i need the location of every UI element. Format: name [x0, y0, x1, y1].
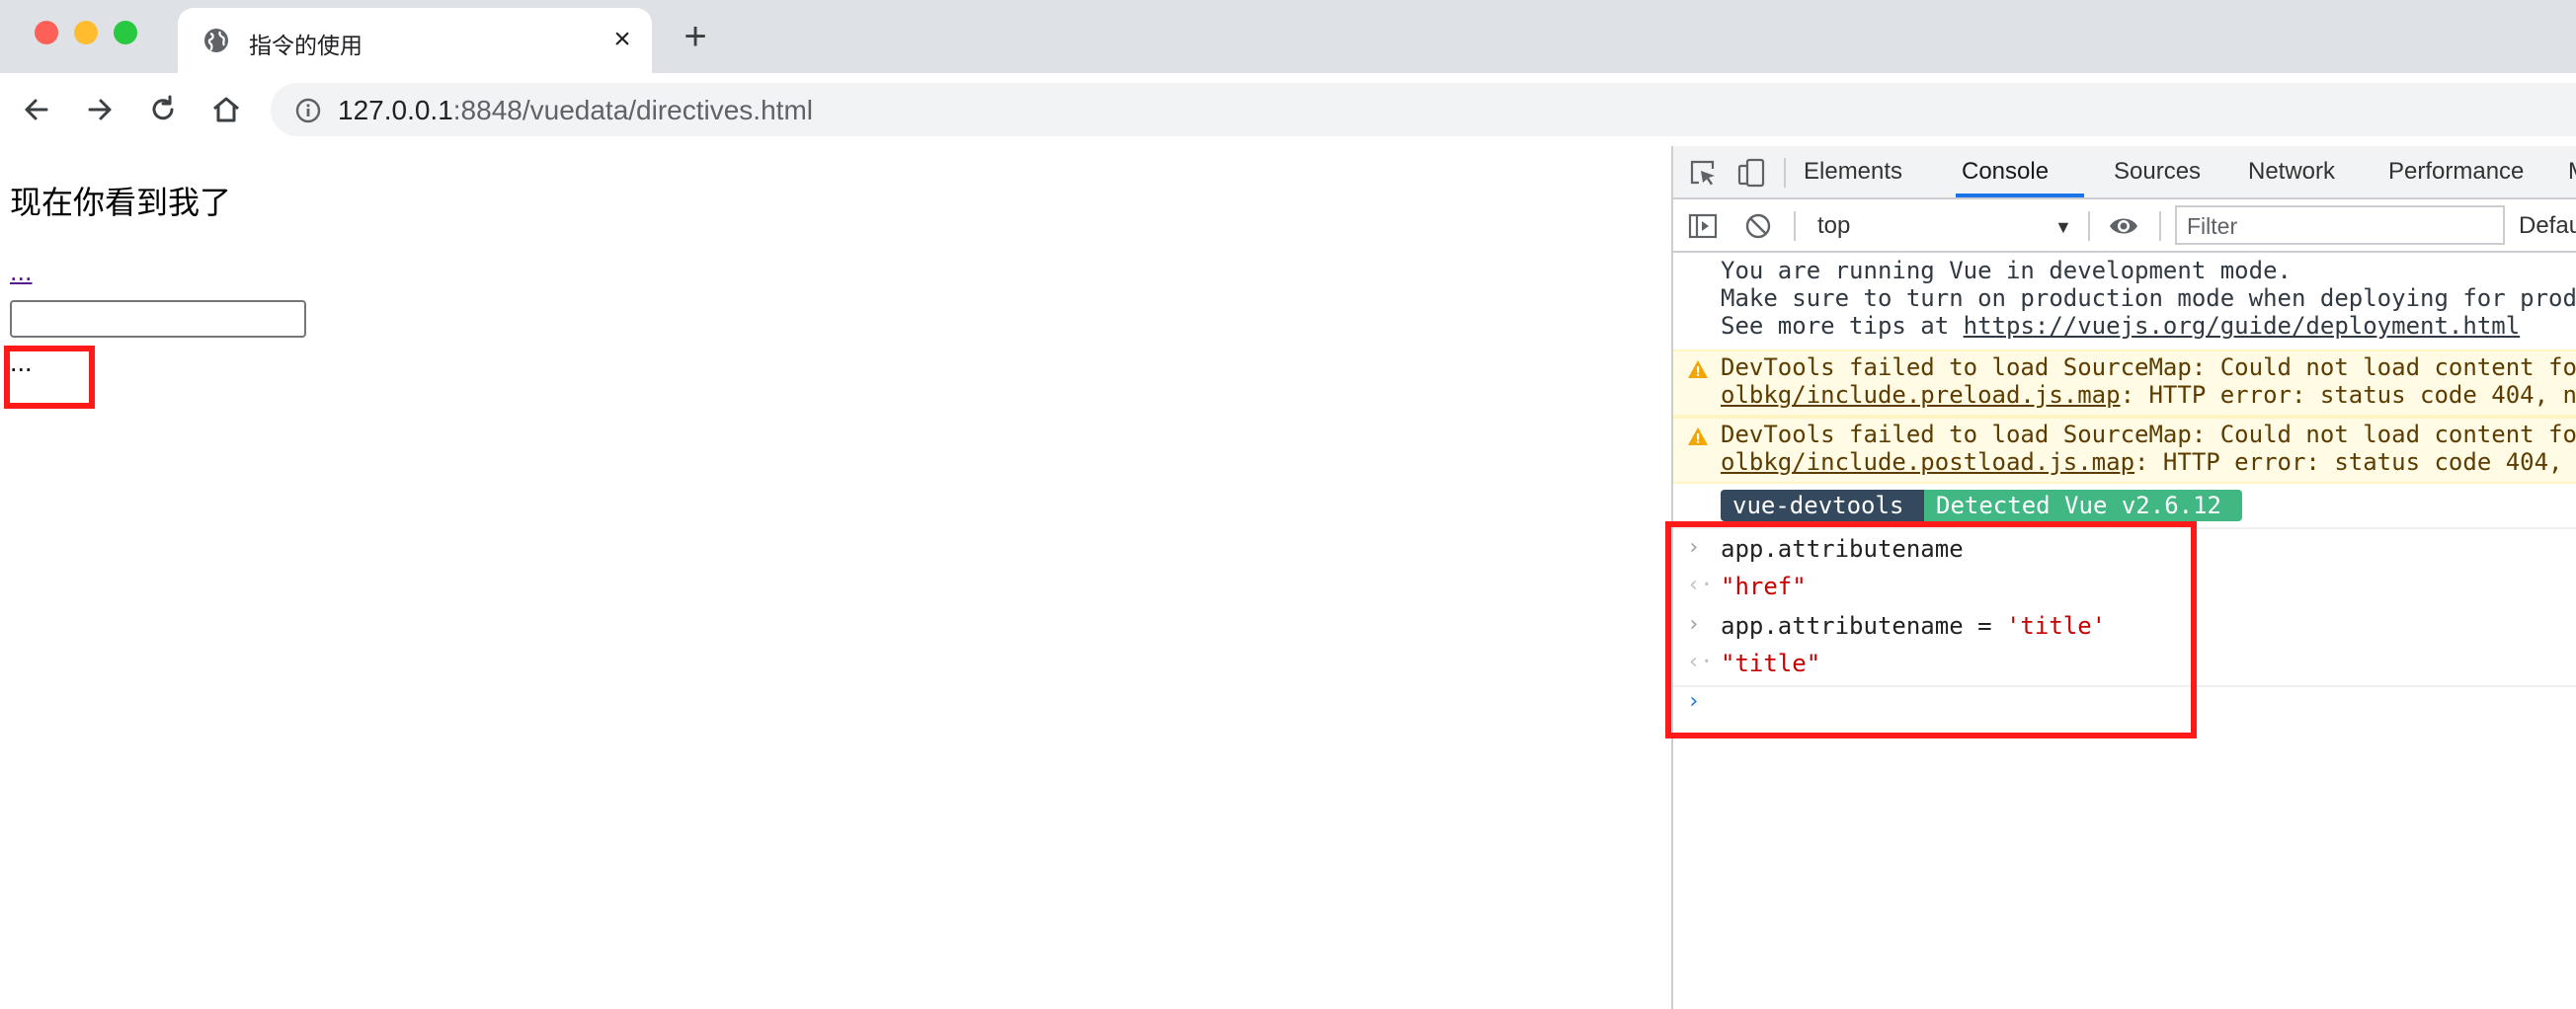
warning-text: olbkg/include.postload.js.map: HTTP erro…	[1721, 448, 2563, 476]
toolbar-divider	[2159, 211, 2161, 241]
warning-text: DevTools failed to load SourceMap: Could…	[1721, 421, 2576, 448]
tab-console[interactable]: Console	[1962, 158, 2049, 186]
browser-toolbar: 127.0.0.1:8848/vuedata/directives.html	[0, 73, 2576, 148]
tab-title: 指令的使用	[249, 33, 362, 58]
active-tab-indicator	[1956, 194, 2084, 197]
device-toggle-icon[interactable]	[1736, 157, 1768, 189]
toolbar-divider	[1794, 211, 1796, 241]
console-line: See more tips at https://vuejs.org/guide…	[1721, 312, 2520, 340]
filter-input[interactable]: Filter	[2175, 205, 2505, 245]
console-toolbar: top ▼ Filter Defau	[1673, 199, 2576, 253]
console-info-message: You are running Vue in development mode.…	[1673, 253, 2576, 348]
globe-icon	[204, 29, 228, 52]
console-line: Make sure to turn on production mode whe…	[1721, 284, 2576, 312]
page-viewport: 现在你看到我了 ... ...	[0, 146, 1671, 1009]
tab-network[interactable]: Network	[2248, 158, 2335, 186]
tab-strip: 指令的使用 × +	[0, 0, 2576, 73]
page-link[interactable]: ...	[10, 257, 33, 287]
sourcemap-link[interactable]: olbkg/include.postload.js.map	[1721, 448, 2134, 476]
sourcemap-link[interactable]: olbkg/include.preload.js.map	[1721, 381, 2121, 409]
warning-text: DevTools failed to load SourceMap: Could…	[1721, 353, 2576, 381]
highlight-box-console	[1665, 521, 2197, 738]
context-selector[interactable]: top	[1817, 212, 1850, 240]
warning-rest: : HTTP error: status code 404,	[2134, 448, 2563, 476]
log-levels-dropdown[interactable]: Defau	[2519, 212, 2576, 240]
devtools-tab-bar: Elements Console Sources Network Perform…	[1673, 146, 2576, 199]
url-host: 127.0.0.1	[338, 95, 453, 125]
docs-link[interactable]: https://vuejs.org/guide/deployment.html	[1964, 312, 2521, 340]
close-icon[interactable]: ×	[606, 24, 638, 55]
forward-arrow-icon[interactable]	[81, 91, 119, 128]
warning-icon	[1688, 427, 1708, 445]
sidebar-toggle-icon[interactable]	[1687, 210, 1719, 242]
tab-performance[interactable]: Performance	[2388, 158, 2524, 186]
dropdown-arrow-icon[interactable]: ▼	[2054, 217, 2072, 238]
console-warning: DevTools failed to load SourceMap: Could…	[1673, 349, 2576, 417]
page-text-input[interactable]	[10, 300, 306, 338]
highlight-box-page	[4, 346, 95, 409]
close-window-button[interactable]	[35, 21, 58, 44]
url-text: 127.0.0.1:8848/vuedata/directives.html	[338, 95, 813, 126]
console-line-text: See more tips at	[1721, 312, 1964, 340]
warning-text: olbkg/include.preload.js.map: HTTP error…	[1721, 381, 2576, 409]
address-bar[interactable]: 127.0.0.1:8848/vuedata/directives.html	[271, 83, 2576, 136]
tab-sources[interactable]: Sources	[2114, 158, 2201, 186]
tab-more[interactable]: M	[2568, 158, 2576, 186]
console-warning: DevTools failed to load SourceMap: Could…	[1673, 417, 2576, 484]
warning-icon	[1688, 360, 1708, 378]
vue-version-badge: Detected Vue v2.6.12	[1924, 490, 2242, 521]
maximize-window-button[interactable]	[114, 21, 137, 44]
minimize-window-button[interactable]	[74, 21, 98, 44]
toolbar-divider	[1784, 158, 1786, 188]
clear-console-icon[interactable]	[1742, 210, 1774, 242]
plus-icon[interactable]: +	[678, 17, 713, 56]
page-heading: 现在你看到我了	[10, 185, 232, 220]
tab-elements[interactable]: Elements	[1804, 158, 1902, 186]
vue-devtools-badge: vue-devtools	[1721, 490, 1924, 521]
console-line: You are running Vue in development mode.	[1721, 257, 2292, 284]
home-icon[interactable]	[207, 91, 245, 128]
inspect-icon[interactable]	[1687, 157, 1719, 189]
warning-rest: : HTTP error: status code 404, n	[2120, 381, 2576, 409]
browser-tab[interactable]: 指令的使用 ×	[178, 8, 652, 73]
filter-placeholder: Filter	[2187, 213, 2238, 239]
url-path: :8848/vuedata/directives.html	[452, 95, 813, 125]
back-arrow-icon[interactable]	[18, 91, 55, 128]
info-icon[interactable]	[294, 97, 322, 124]
reload-icon[interactable]	[144, 91, 182, 128]
eye-icon[interactable]	[2108, 210, 2139, 242]
toolbar-divider	[2088, 211, 2090, 241]
